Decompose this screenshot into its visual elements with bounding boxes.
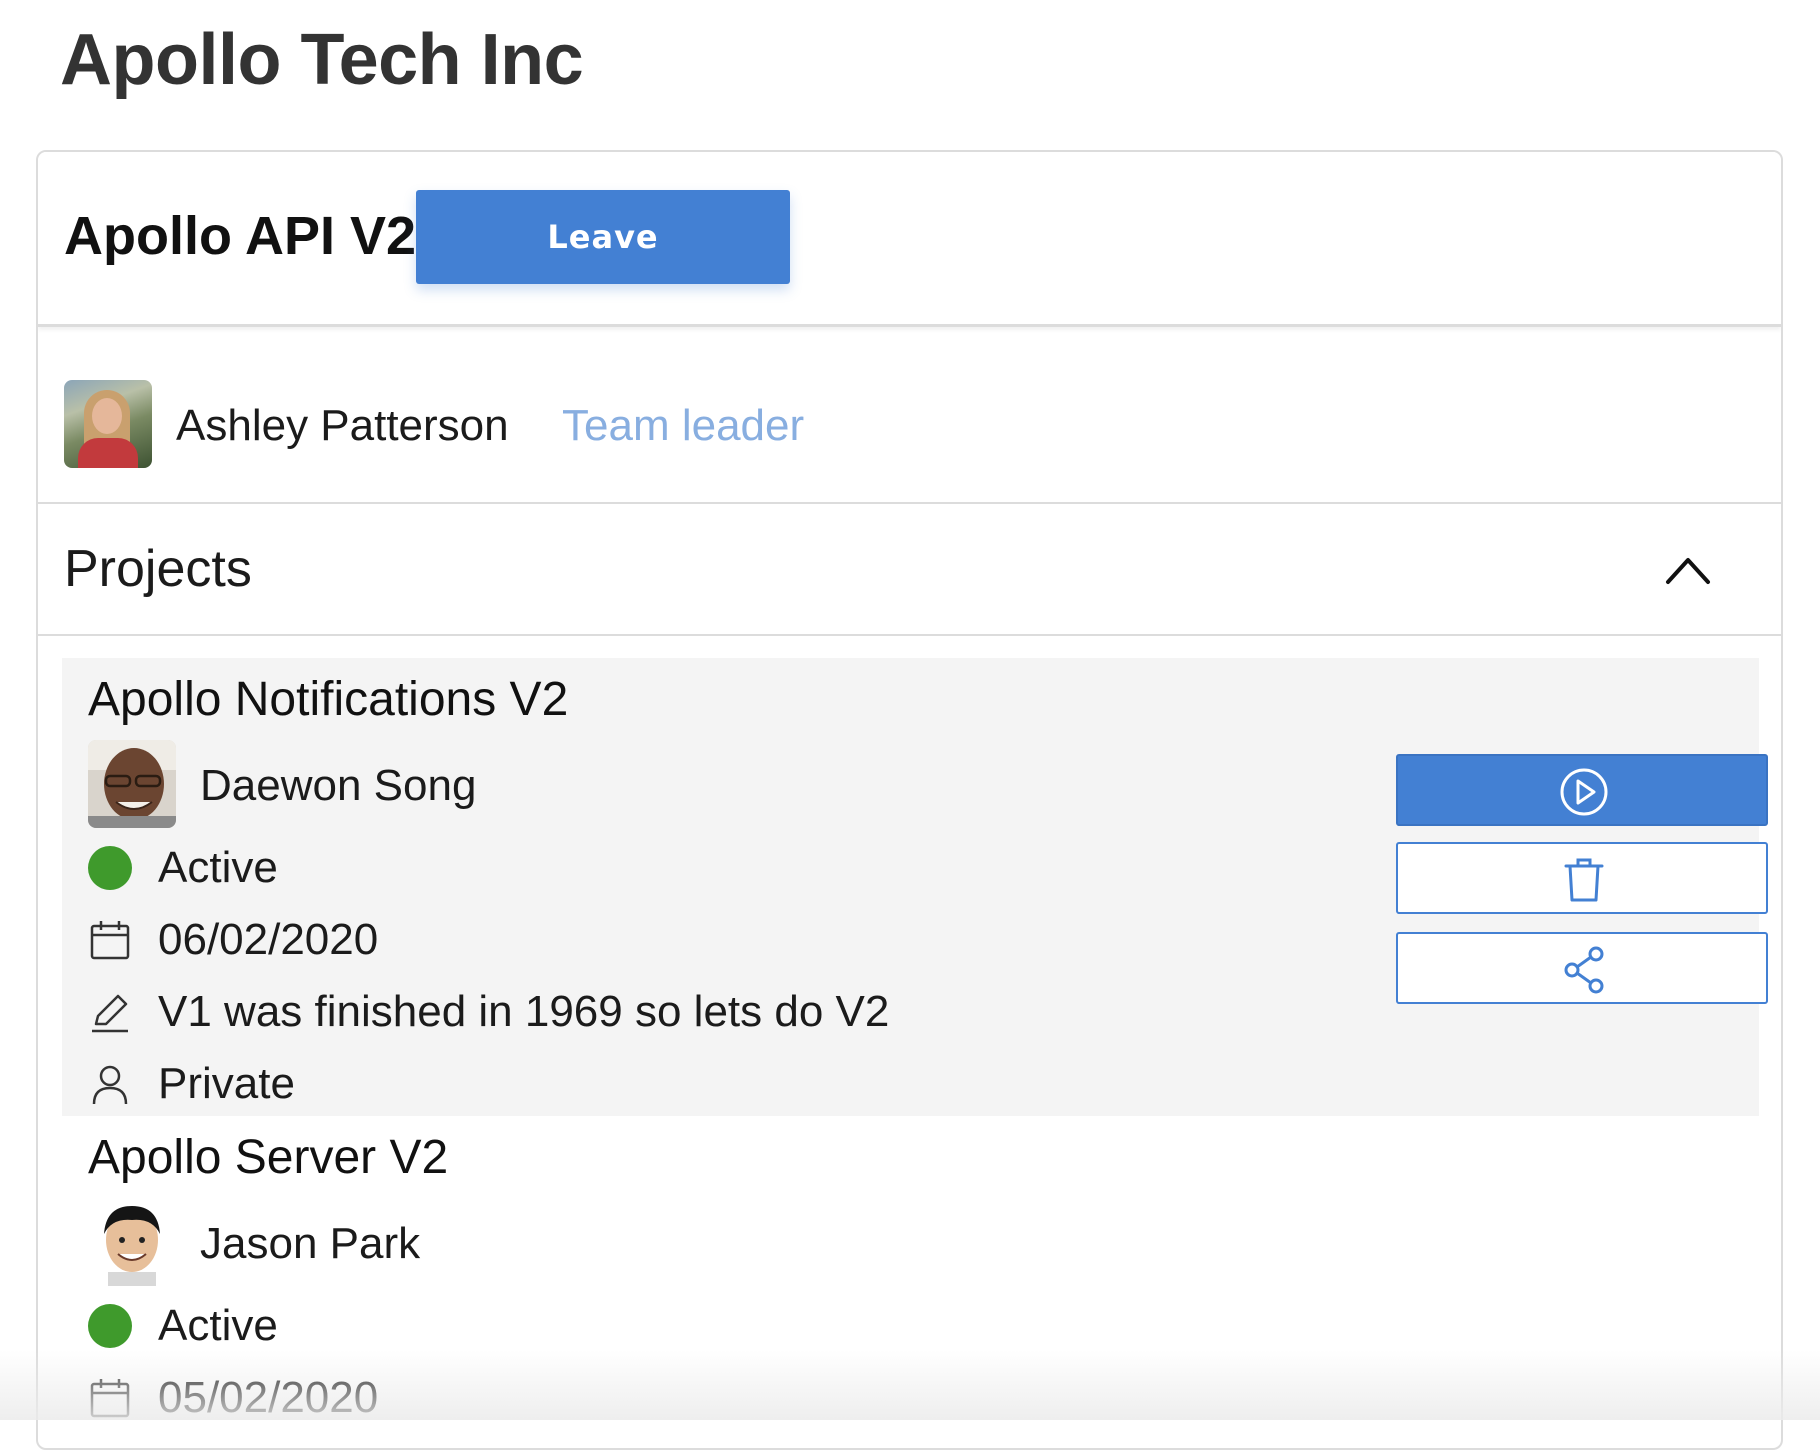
project-visibility: Private bbox=[158, 1059, 295, 1108]
project-name: Apollo Server V2 bbox=[88, 1131, 449, 1184]
user-icon bbox=[92, 1065, 128, 1105]
run-project-button[interactable] bbox=[1396, 754, 1768, 826]
share-icon bbox=[1564, 946, 1604, 994]
status-dot-icon bbox=[88, 846, 132, 890]
calendar-icon bbox=[90, 921, 130, 960]
team-name: Apollo API V2 bbox=[64, 206, 417, 266]
pencil-icon bbox=[92, 994, 128, 1033]
status-dot-icon bbox=[88, 1304, 132, 1348]
project-owner-name: Jason Park bbox=[200, 1219, 421, 1268]
project-card[interactable]: Apollo Server V2 Jason Park Active 05/02… bbox=[62, 1116, 1759, 1448]
team-leader-row: Ashley Patterson Team leader bbox=[38, 328, 1781, 504]
leave-team-button[interactable]: Leave bbox=[416, 190, 790, 284]
trash-icon bbox=[1564, 858, 1604, 902]
avatar bbox=[88, 1198, 176, 1286]
projects-section-header[interactable]: Projects bbox=[38, 504, 1781, 636]
leader-name: Ashley Patterson bbox=[176, 401, 509, 450]
project-date: 05/02/2020 bbox=[158, 1373, 379, 1422]
chevron-up-icon[interactable] bbox=[1658, 548, 1718, 592]
team-header: Apollo API V2 Leave bbox=[38, 152, 1781, 327]
project-name: Apollo Notifications V2 bbox=[88, 673, 569, 726]
organization-title: Apollo Tech Inc bbox=[60, 20, 584, 100]
leader-role-badge: Team leader bbox=[562, 401, 805, 450]
share-project-button[interactable] bbox=[1396, 932, 1768, 1004]
calendar-icon bbox=[90, 1379, 130, 1418]
project-description: V1 was finished in 1969 so lets do V2 bbox=[158, 987, 890, 1036]
avatar bbox=[88, 740, 176, 828]
project-date: 06/02/2020 bbox=[158, 915, 379, 964]
project-card[interactable]: Apollo Notifications V2 Daewon Song Acti… bbox=[62, 658, 1768, 1116]
avatar bbox=[64, 380, 152, 468]
team-card: Apollo API V2 Leave Ashley Patterson Tea… bbox=[36, 150, 1783, 1450]
play-circle-icon bbox=[1560, 768, 1608, 816]
project-owner-name: Daewon Song bbox=[200, 761, 477, 810]
project-status: Active bbox=[158, 843, 278, 892]
delete-project-button[interactable] bbox=[1396, 842, 1768, 914]
project-status: Active bbox=[158, 1301, 278, 1350]
projects-title: Projects bbox=[64, 540, 252, 598]
